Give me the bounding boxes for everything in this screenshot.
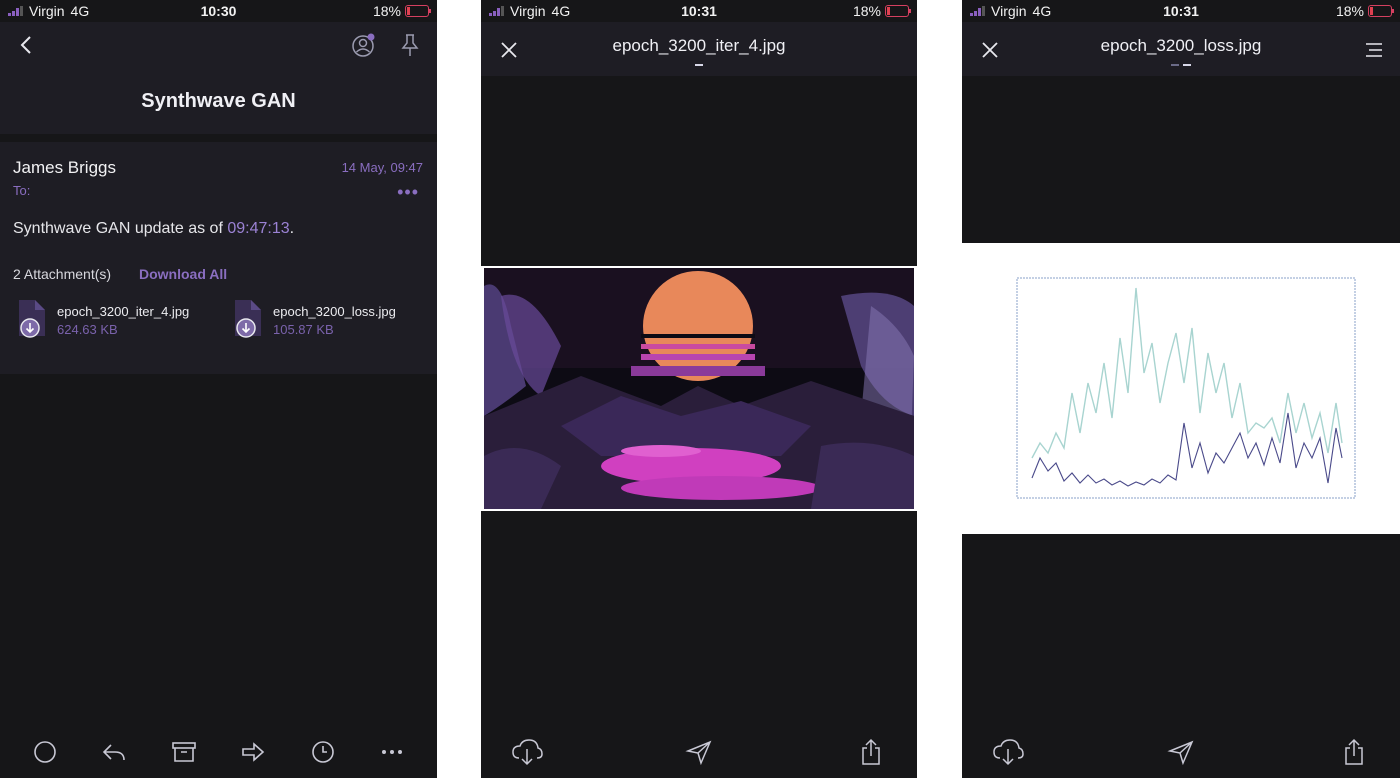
status-bar: Virgin 4G 10:31 18% xyxy=(481,0,917,22)
sender-name: James Briggs xyxy=(13,158,116,177)
viewer-header: epoch_3200_iter_4.jpg xyxy=(481,22,917,76)
avatar-icon[interactable] xyxy=(351,32,377,58)
viewer-header: epoch_3200_loss.jpg xyxy=(962,22,1400,76)
attachments-count: 2 Attachment(s) xyxy=(13,266,112,282)
back-icon[interactable] xyxy=(16,34,38,56)
synthwave-image xyxy=(481,266,917,511)
download-cloud-icon[interactable] xyxy=(992,736,1024,768)
status-bar: Virgin 4G 10:30 18% xyxy=(0,0,437,22)
page-indicator xyxy=(481,64,917,66)
battery-icon xyxy=(885,5,911,17)
email-message: James Briggs 14 May, 09:47 To: ••• Synth… xyxy=(0,142,437,374)
loss-chart-image xyxy=(962,243,1400,534)
clock: 10:31 xyxy=(1163,3,1199,19)
file-download-icon xyxy=(17,298,47,338)
attachment-size: 624.63 KB xyxy=(57,322,118,337)
circle-icon[interactable] xyxy=(31,738,59,766)
more-icon[interactable] xyxy=(378,738,406,766)
page-indicator xyxy=(962,64,1400,66)
attachment-size: 105.87 KB xyxy=(273,322,334,337)
share-icon[interactable] xyxy=(855,736,887,768)
image-viewer-screen: Virgin 4G 10:31 18% epoch_3200_iter_4.jp… xyxy=(481,0,917,778)
battery-icon xyxy=(1368,5,1394,17)
attachment-name: epoch_3200_loss.jpg xyxy=(273,304,396,319)
menu-icon[interactable] xyxy=(1364,42,1384,58)
viewer-filename: epoch_3200_loss.jpg xyxy=(1100,36,1262,55)
email-body: Synthwave GAN update as of 09:47:13. xyxy=(13,220,294,238)
forward-icon[interactable] xyxy=(239,738,267,766)
chart-viewer-screen: Virgin 4G 10:31 18% epoch_3200_loss.jpg xyxy=(962,0,1400,778)
share-icon[interactable] xyxy=(1338,736,1370,768)
battery-percent: 18% xyxy=(1335,3,1364,19)
viewer-toolbar xyxy=(962,726,1400,778)
email-subject: Synthwave GAN xyxy=(141,90,296,112)
clock: 10:31 xyxy=(681,3,717,19)
body-text: Synthwave GAN update as of xyxy=(13,220,228,237)
send-icon[interactable] xyxy=(683,736,715,768)
send-icon[interactable] xyxy=(1165,736,1197,768)
status-bar: Virgin 4G 10:31 18% xyxy=(962,0,1400,22)
file-download-icon xyxy=(233,298,263,338)
body-punctuation: . xyxy=(289,220,295,237)
reply-icon[interactable] xyxy=(100,738,128,766)
to-label: To: xyxy=(13,183,31,198)
archive-icon[interactable] xyxy=(170,738,198,766)
email-toolbar xyxy=(0,726,437,778)
pin-icon[interactable] xyxy=(399,32,421,58)
download-cloud-icon[interactable] xyxy=(511,736,543,768)
viewer-toolbar xyxy=(481,726,917,778)
viewer-filename: epoch_3200_iter_4.jpg xyxy=(612,36,786,55)
battery-icon xyxy=(405,5,431,17)
clock: 10:30 xyxy=(200,3,237,19)
attachment-item[interactable]: epoch_3200_iter_4.jpg 624.63 KB xyxy=(15,298,205,342)
email-date: 14 May, 09:47 xyxy=(341,160,423,175)
email-header: Synthwave GAN xyxy=(0,22,437,134)
body-time-link[interactable]: 09:47:13 xyxy=(227,220,289,237)
email-screen: Virgin 4G 10:30 18% Synthwave GAN James … xyxy=(0,0,437,778)
more-icon[interactable]: ••• xyxy=(397,182,419,203)
attachment-item[interactable]: epoch_3200_loss.jpg 105.87 KB xyxy=(231,298,421,342)
battery-percent: 18% xyxy=(852,3,881,19)
battery-percent: 18% xyxy=(372,3,401,19)
download-all-button[interactable]: Download All xyxy=(139,266,227,282)
clock-icon[interactable] xyxy=(309,738,337,766)
attachment-name: epoch_3200_iter_4.jpg xyxy=(57,304,190,319)
